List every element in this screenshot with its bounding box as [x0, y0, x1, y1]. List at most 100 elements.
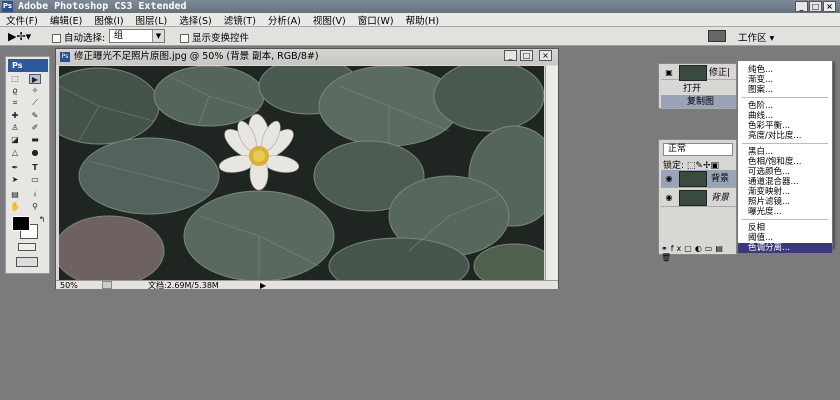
- menu-bar: 文件(F) 编辑(E) 图像(I) 图层(L) 选择(S) 滤镜(T) 分析(A…: [0, 13, 840, 27]
- auto-select-dropdown[interactable]: 组 ▼: [109, 29, 165, 43]
- eye-icon[interactable]: ◉: [663, 173, 675, 185]
- menu-filter[interactable]: 滤镜(T): [224, 13, 256, 27]
- menu-item[interactable]: 亮度/对比度...: [738, 131, 832, 141]
- layers-panel: 正常 锁定: ⬚✎✢▣ ◉ 背景 ◉ 背景 ⚭fx▢◐▭▤🗑: [658, 139, 737, 262]
- brush-tool-icon[interactable]: ✎: [29, 111, 41, 121]
- menu-item[interactable]: 曲线...: [738, 111, 832, 121]
- hand-tool-icon[interactable]: ✋: [9, 202, 21, 212]
- vertical-scrollbar[interactable]: [545, 66, 558, 280]
- menu-file[interactable]: 文件(F): [6, 13, 38, 27]
- menu-item[interactable]: 阈值...: [738, 233, 832, 243]
- show-transform-checkbox[interactable]: [180, 34, 189, 43]
- image-canvas[interactable]: [59, 66, 544, 280]
- menu-edit[interactable]: 编辑(E): [50, 13, 82, 27]
- eraser-tool-icon[interactable]: ◪: [9, 135, 21, 145]
- notes-tool-icon[interactable]: ▤: [9, 190, 21, 200]
- blend-mode-dropdown[interactable]: 正常: [663, 143, 733, 156]
- layer-row[interactable]: ◉ 背景: [661, 189, 736, 207]
- swap-colors-icon[interactable]: ↰: [36, 215, 48, 225]
- pen-tool-icon[interactable]: ✒: [9, 163, 21, 173]
- screen-mode-icon[interactable]: [16, 257, 38, 267]
- history-duplicate-row[interactable]: 复制图: [661, 95, 736, 109]
- move-tool-button-icon[interactable]: ▶: [29, 74, 41, 84]
- menu-view[interactable]: 视图(V): [313, 13, 346, 27]
- menu-item[interactable]: 反相: [738, 223, 832, 233]
- close-icon[interactable]: ×: [823, 1, 836, 12]
- document-title: 修正曝光不足照片原图.jpg @ 50% (背景 副本, RGB/8#): [74, 51, 319, 62]
- magic-wand-tool-icon[interactable]: ✧: [29, 86, 41, 96]
- layer-thumbnail: [679, 190, 707, 206]
- move-tool-icon[interactable]: ▶✢▾: [8, 30, 31, 43]
- lily-pad-photo: [59, 66, 544, 280]
- gradient-tool-icon[interactable]: ▬: [29, 135, 41, 145]
- menu-item[interactable]: 纯色...: [738, 65, 832, 75]
- history-brush-tool-icon[interactable]: ✐: [29, 123, 41, 133]
- menu-analysis[interactable]: 分析(A): [268, 13, 301, 27]
- menu-item[interactable]: 色彩平衡...: [738, 121, 832, 131]
- menu-item[interactable]: 通道混合器...: [738, 177, 832, 187]
- history-duplicate-label: 复制图: [687, 97, 715, 107]
- app-title: Adobe Photoshop CS3 Extended: [18, 1, 187, 12]
- workspace-icon[interactable]: [708, 30, 726, 42]
- zoom-icon[interactable]: [102, 281, 112, 289]
- history-open-row[interactable]: 打开: [661, 82, 736, 96]
- menu-item[interactable]: 曝光度...: [738, 207, 832, 217]
- layer-thumbnail: [679, 171, 707, 187]
- menu-item[interactable]: 黑白...: [738, 147, 832, 157]
- slice-tool-icon[interactable]: ⟋: [29, 98, 41, 108]
- menu-item[interactable]: 渐变映射...: [738, 187, 832, 197]
- layers-footer-icons[interactable]: ⚭fx▢◐▭▤🗑: [661, 244, 736, 262]
- minimize-icon[interactable]: _: [795, 1, 808, 12]
- menu-separator: [742, 97, 828, 98]
- menu-select[interactable]: 选择(S): [179, 13, 211, 27]
- menu-item[interactable]: 色阶...: [738, 101, 832, 111]
- menu-item[interactable]: 可选颜色...: [738, 167, 832, 177]
- document-window: Ps 修正曝光不足照片原图.jpg @ 50% (背景 副本, RGB/8#) …: [55, 48, 559, 290]
- chevron-down-icon: ▼: [152, 30, 164, 42]
- document-title-bar: Ps 修正曝光不足照片原图.jpg @ 50% (背景 副本, RGB/8#) …: [56, 49, 558, 65]
- dodge-tool-icon[interactable]: ●: [29, 148, 41, 158]
- show-transform-label: 显示变换控件: [192, 33, 250, 44]
- maximize-icon[interactable]: □: [809, 1, 822, 12]
- menu-item[interactable]: 色调分离...: [738, 243, 832, 253]
- toolbox: Ps ⬚ ▶ ϱ ✧ ⌗ ⟋ ✚ ✎ ♙ ✐ ◪ ▬ △ ● ✒ T ➤ ▭ ▤…: [5, 56, 50, 274]
- healing-brush-tool-icon[interactable]: ✚: [9, 111, 21, 121]
- menu-image[interactable]: 图像(I): [94, 13, 123, 27]
- blur-tool-icon[interactable]: △: [9, 148, 21, 158]
- auto-select-checkbox[interactable]: [52, 34, 61, 43]
- layer-name: 背景: [711, 193, 730, 203]
- lasso-tool-icon[interactable]: ϱ: [9, 86, 21, 96]
- type-tool-icon[interactable]: T: [29, 163, 41, 173]
- path-selection-tool-icon[interactable]: ➤: [9, 175, 21, 185]
- doc-minimize-icon[interactable]: _: [504, 50, 517, 61]
- workspace-label: 工作区: [738, 33, 767, 44]
- zoom-level[interactable]: 50%: [60, 281, 78, 290]
- menu-item[interactable]: 图案...: [738, 85, 832, 95]
- menu-window[interactable]: 窗口(W): [358, 13, 394, 27]
- adjustment-layer-menu: 纯色... 渐变... 图案... 色阶... 曲线... 色彩平衡... 亮度/对比度..…: [737, 60, 833, 253]
- eyedropper-tool-icon[interactable]: ⟊: [29, 190, 41, 200]
- crop-tool-icon[interactable]: ⌗: [9, 98, 21, 108]
- menu-item[interactable]: 色相/饱和度...: [738, 157, 832, 167]
- auto-select-option[interactable]: 自动选择:: [52, 30, 105, 44]
- menu-help[interactable]: 帮助(H): [406, 13, 440, 27]
- status-arrow-icon[interactable]: ▶: [260, 281, 266, 290]
- shape-tool-icon[interactable]: ▭: [29, 175, 41, 185]
- zoom-tool-icon[interactable]: ⚲: [29, 202, 41, 212]
- eye-icon[interactable]: ◉: [663, 192, 675, 204]
- history-snapshot-row[interactable]: ▣ 修正|: [661, 65, 736, 81]
- layer-row[interactable]: ◉ 背景: [661, 170, 736, 188]
- menu-item[interactable]: 照片滤镜...: [738, 197, 832, 207]
- quick-mask-icon[interactable]: [18, 243, 36, 251]
- doc-maximize-icon[interactable]: □: [520, 50, 533, 61]
- doc-close-icon[interactable]: ×: [539, 50, 552, 61]
- workspace-menu-button[interactable]: 工作区 ▾: [738, 30, 774, 44]
- history-panel: ▣ 修正| 打开 复制图: [658, 63, 737, 109]
- marquee-tool-icon[interactable]: ⬚: [9, 74, 21, 84]
- foreground-color-swatch[interactable]: [12, 216, 30, 231]
- menu-item[interactable]: 渐变...: [738, 75, 832, 85]
- clone-stamp-tool-icon[interactable]: ♙: [9, 123, 21, 133]
- show-transform-option[interactable]: 显示变换控件: [180, 30, 249, 44]
- toolbox-logo: Ps: [8, 59, 48, 72]
- menu-layer[interactable]: 图层(L): [136, 13, 168, 27]
